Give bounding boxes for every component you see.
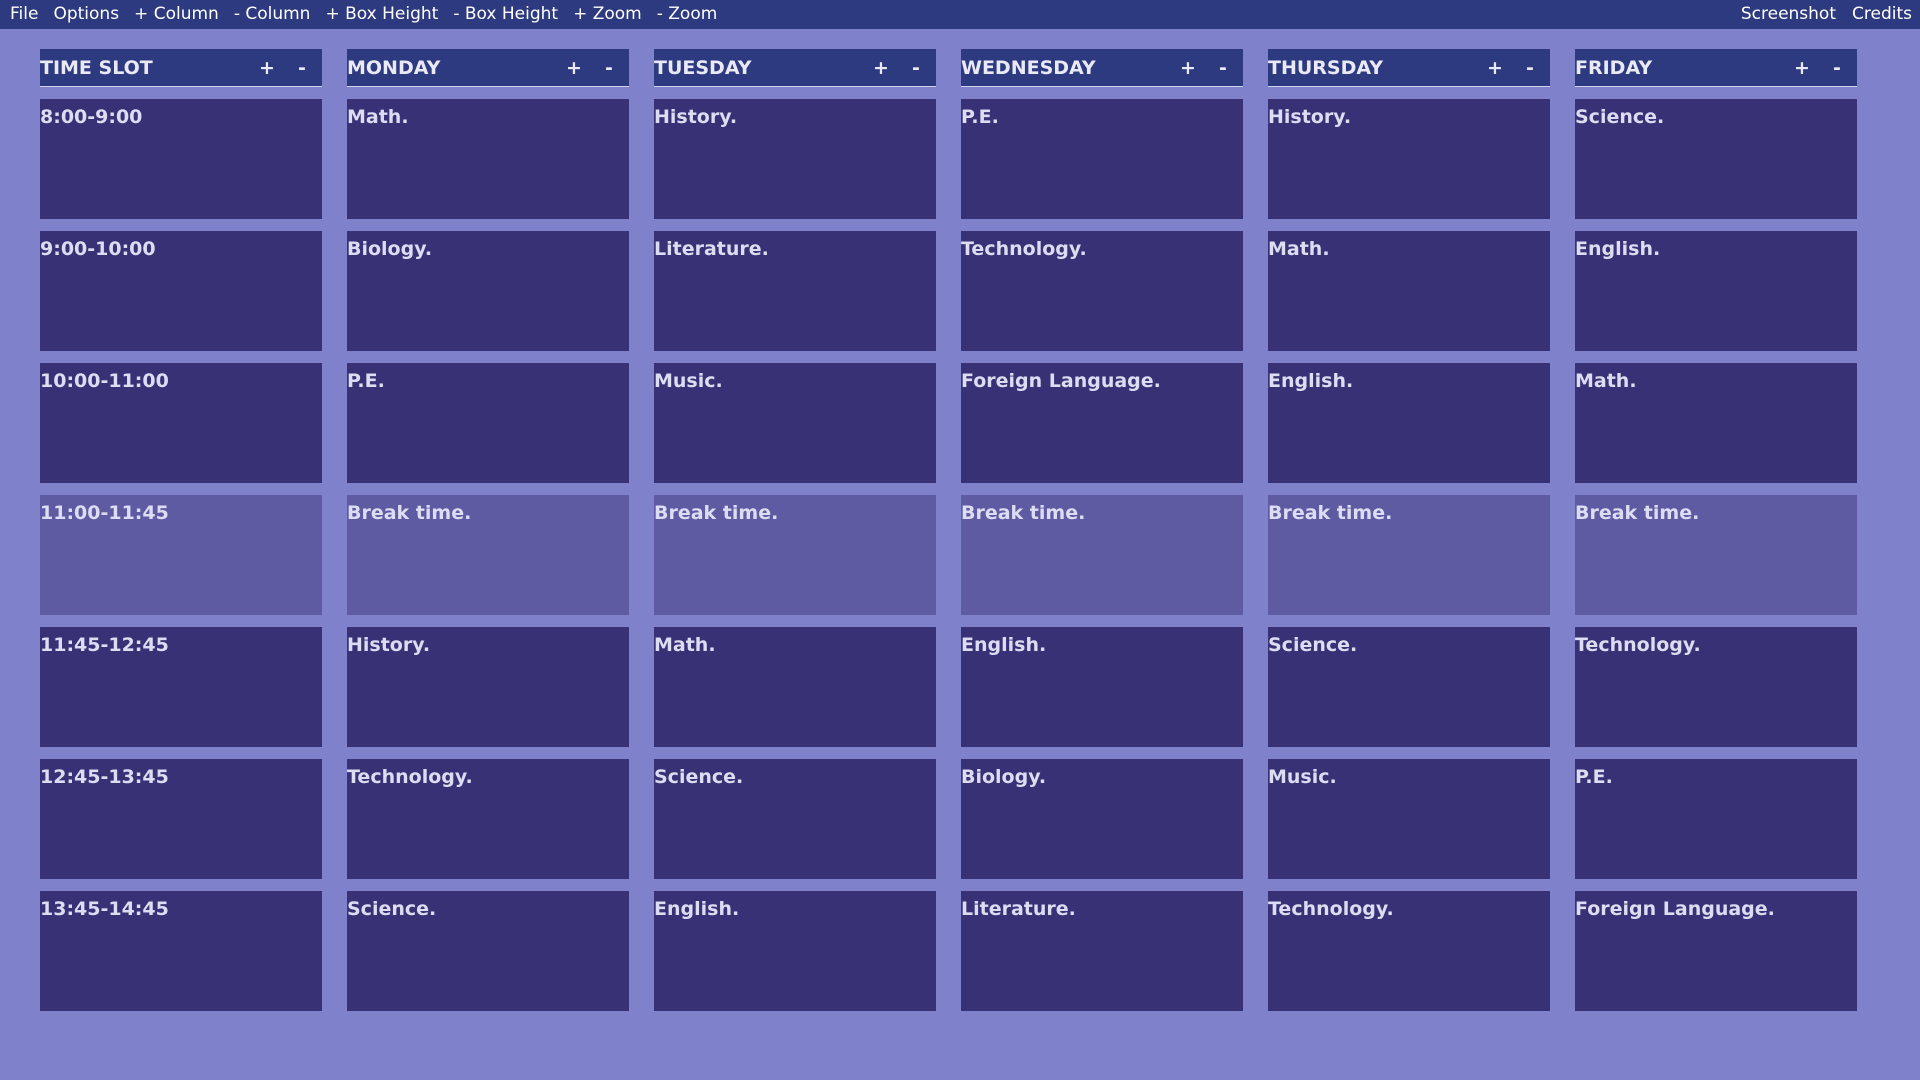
subject-cell[interactable]: P.E. xyxy=(961,99,1243,219)
subject-cell[interactable]: Science. xyxy=(347,891,629,1011)
column-header: WEDNESDAY + - xyxy=(961,49,1243,87)
menu-right-group: Screenshot Credits xyxy=(1741,0,1912,29)
menu-options[interactable]: Options xyxy=(53,0,119,29)
column-title[interactable]: THURSDAY xyxy=(1268,49,1383,87)
add-row-button[interactable]: + xyxy=(1792,49,1812,87)
column-title[interactable]: TIME SLOT xyxy=(40,49,153,87)
subject-cell[interactable]: English. xyxy=(961,627,1243,747)
subject-cell[interactable]: Literature. xyxy=(961,891,1243,1011)
subject-cell[interactable]: Foreign Language. xyxy=(1575,891,1857,1011)
remove-row-button[interactable]: - xyxy=(1520,49,1540,87)
subject-cell[interactable]: Foreign Language. xyxy=(961,363,1243,483)
column-title[interactable]: MONDAY xyxy=(347,49,440,87)
column-title[interactable]: TUESDAY xyxy=(654,49,751,87)
menu-screenshot[interactable]: Screenshot xyxy=(1741,0,1836,29)
subject-cell[interactable]: History. xyxy=(1268,99,1550,219)
column-header: FRIDAY + - xyxy=(1575,49,1857,87)
subject-cell[interactable]: Break time. xyxy=(347,495,629,615)
column-header: THURSDAY + - xyxy=(1268,49,1550,87)
menu-bar: File Options + Column - Column + Box Hei… xyxy=(0,0,1920,29)
column-header: TIME SLOT + - xyxy=(40,49,322,87)
time-slot-cell[interactable]: 11:00-11:45 xyxy=(40,495,322,615)
subject-cell[interactable]: Biology. xyxy=(347,231,629,351)
subject-cell[interactable]: Science. xyxy=(1268,627,1550,747)
remove-row-button[interactable]: - xyxy=(292,49,312,87)
subject-cell[interactable]: Math. xyxy=(654,627,936,747)
subject-cell[interactable]: Break time. xyxy=(1575,495,1857,615)
menu-add-column[interactable]: + Column xyxy=(134,0,219,29)
menu-zoom-in[interactable]: + Zoom xyxy=(573,0,642,29)
menu-file[interactable]: File xyxy=(10,0,38,29)
subject-cell[interactable]: Math. xyxy=(1268,231,1550,351)
subject-cell[interactable]: P.E. xyxy=(1575,759,1857,879)
subject-cell[interactable]: English. xyxy=(1268,363,1550,483)
time-slot-cell[interactable]: 10:00-11:00 xyxy=(40,363,322,483)
column-header: TUESDAY + - xyxy=(654,49,936,87)
subject-cell[interactable]: English. xyxy=(1575,231,1857,351)
add-row-button[interactable]: + xyxy=(871,49,891,87)
subject-cell[interactable]: History. xyxy=(654,99,936,219)
column-title[interactable]: FRIDAY xyxy=(1575,49,1652,87)
column-header: MONDAY + - xyxy=(347,49,629,87)
menu-decrease-box-height[interactable]: - Box Height xyxy=(453,0,558,29)
subject-cell[interactable]: Technology. xyxy=(1575,627,1857,747)
subject-cell[interactable]: Break time. xyxy=(961,495,1243,615)
subject-cell[interactable]: Science. xyxy=(654,759,936,879)
add-row-button[interactable]: + xyxy=(564,49,584,87)
add-row-button[interactable]: + xyxy=(1178,49,1198,87)
subject-cell[interactable]: Break time. xyxy=(654,495,936,615)
subject-cell[interactable]: Technology. xyxy=(347,759,629,879)
subject-cell[interactable]: History. xyxy=(347,627,629,747)
remove-row-button[interactable]: - xyxy=(906,49,926,87)
menu-credits[interactable]: Credits xyxy=(1852,0,1912,29)
subject-cell[interactable]: P.E. xyxy=(347,363,629,483)
subject-cell[interactable]: Music. xyxy=(1268,759,1550,879)
add-row-button[interactable]: + xyxy=(257,49,277,87)
subject-cell[interactable]: Technology. xyxy=(961,231,1243,351)
subject-cell[interactable]: Literature. xyxy=(654,231,936,351)
remove-row-button[interactable]: - xyxy=(599,49,619,87)
subject-cell[interactable]: Science. xyxy=(1575,99,1857,219)
remove-row-button[interactable]: - xyxy=(1213,49,1233,87)
subject-cell[interactable]: Technology. xyxy=(1268,891,1550,1011)
menu-zoom-out[interactable]: - Zoom xyxy=(657,0,718,29)
time-slot-cell[interactable]: 11:45-12:45 xyxy=(40,627,322,747)
menu-increase-box-height[interactable]: + Box Height xyxy=(325,0,438,29)
subject-cell[interactable]: Music. xyxy=(654,363,936,483)
subject-cell[interactable]: Biology. xyxy=(961,759,1243,879)
menu-remove-column[interactable]: - Column xyxy=(234,0,311,29)
time-slot-cell[interactable]: 8:00-9:00 xyxy=(40,99,322,219)
subject-cell[interactable]: Math. xyxy=(1575,363,1857,483)
subject-cell[interactable]: Math. xyxy=(347,99,629,219)
time-slot-cell[interactable]: 9:00-10:00 xyxy=(40,231,322,351)
time-slot-cell[interactable]: 13:45-14:45 xyxy=(40,891,322,1011)
add-row-button[interactable]: + xyxy=(1485,49,1505,87)
menu-left-group: File Options + Column - Column + Box Hei… xyxy=(10,0,717,29)
column-title[interactable]: WEDNESDAY xyxy=(961,49,1096,87)
subject-cell[interactable]: English. xyxy=(654,891,936,1011)
remove-row-button[interactable]: - xyxy=(1827,49,1847,87)
time-slot-cell[interactable]: 12:45-13:45 xyxy=(40,759,322,879)
subject-cell[interactable]: Break time. xyxy=(1268,495,1550,615)
